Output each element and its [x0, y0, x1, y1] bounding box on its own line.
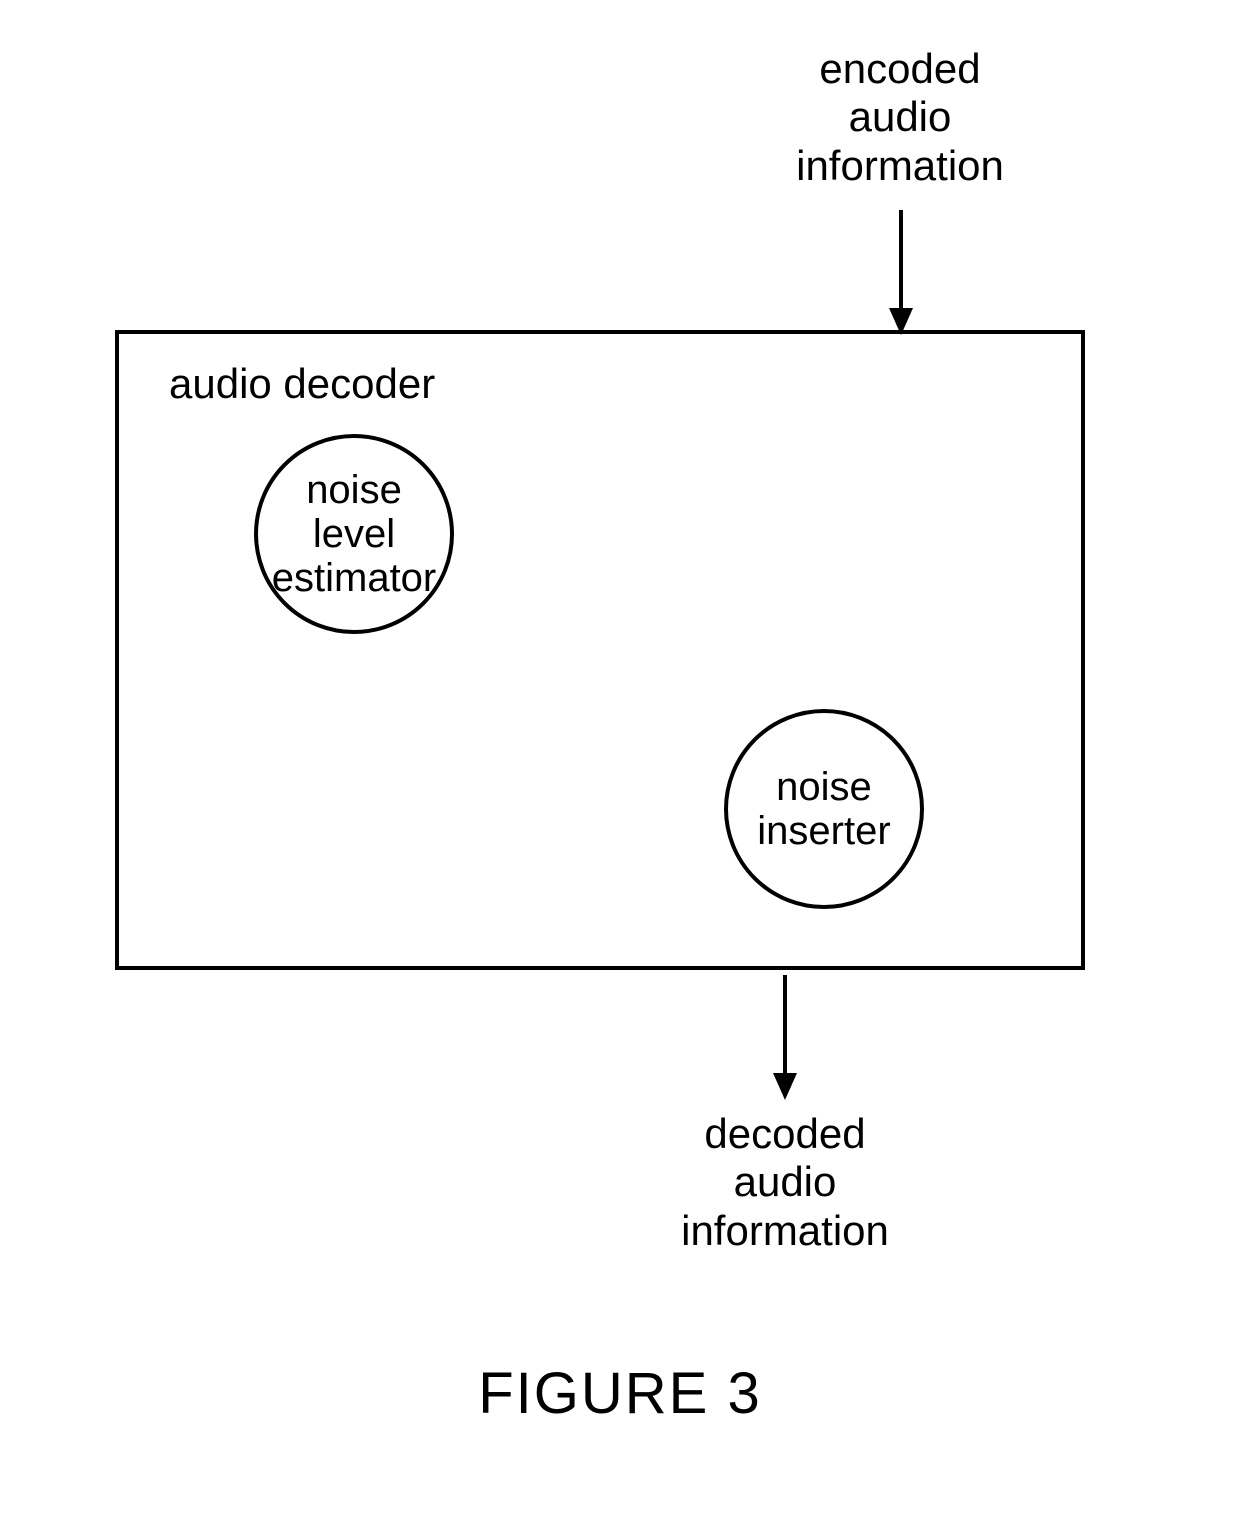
noise-inserter-text: noise inserter: [757, 765, 890, 853]
output-label-line2: audio: [734, 1158, 837, 1205]
input-label-line3: information: [796, 142, 1004, 189]
output-label-line1: decoded: [704, 1110, 865, 1157]
decoder-title: audio decoder: [169, 360, 435, 408]
audio-decoder-box: audio decoder noise level estimator nois…: [115, 330, 1085, 970]
input-label-line1: encoded: [819, 45, 980, 92]
estimator-line2: level: [313, 512, 395, 556]
inserter-line1: noise: [776, 765, 872, 809]
noise-inserter-circle: noise inserter: [724, 709, 924, 909]
noise-level-estimator-circle: noise level estimator: [254, 434, 454, 634]
diagram-container: encoded audio information audio decoder …: [0, 0, 1240, 1516]
noise-estimator-text: noise level estimator: [272, 468, 437, 600]
output-arrow-icon: [770, 975, 800, 1105]
estimator-line1: noise: [306, 468, 402, 512]
estimator-line3: estimator: [272, 556, 437, 600]
figure-caption: FIGURE 3: [0, 1360, 1240, 1427]
output-label-line3: information: [681, 1207, 889, 1254]
inserter-line2: inserter: [757, 809, 890, 853]
input-label: encoded audio information: [770, 45, 1030, 190]
input-arrow-icon: [886, 210, 916, 340]
output-label: decoded audio information: [655, 1110, 915, 1255]
input-label-line2: audio: [849, 93, 952, 140]
